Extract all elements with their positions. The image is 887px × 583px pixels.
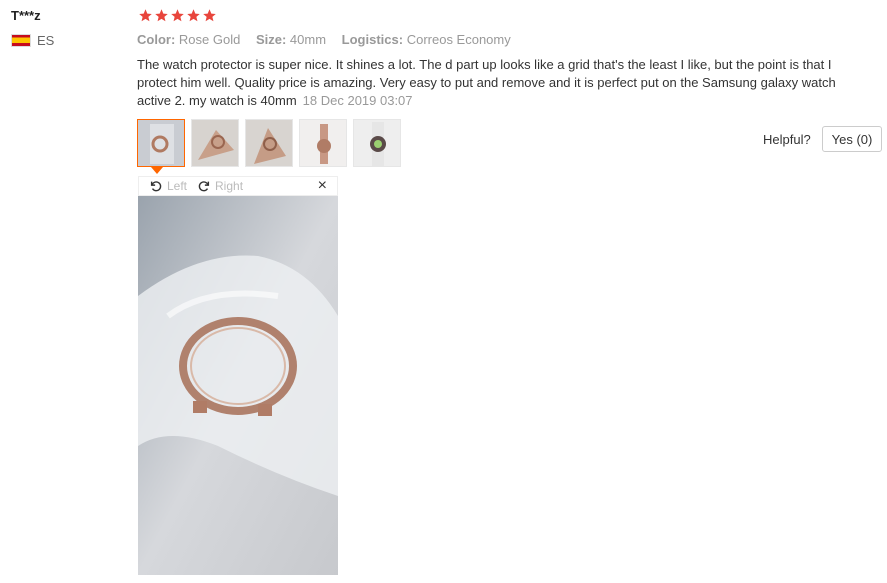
star-icon <box>171 9 184 22</box>
rotate-left-button[interactable]: Left <box>149 179 187 193</box>
thumbnail-2[interactable] <box>191 119 239 167</box>
rating-stars <box>138 8 217 23</box>
country-code: ES <box>37 33 55 48</box>
selected-thumbnail-caret <box>151 167 163 174</box>
attr-key: Size: <box>255 32 287 47</box>
thumbnail-1[interactable] <box>137 119 185 167</box>
rotate-left-label: Left <box>167 179 188 193</box>
image-viewer-toolbar: Left Right × <box>138 176 338 196</box>
star-icon <box>203 9 216 22</box>
attr-value: 40mm <box>289 32 327 47</box>
rotate-left-icon <box>150 181 162 192</box>
thumbnail-5[interactable] <box>353 119 401 167</box>
helpful-yes-button[interactable]: Yes (0) <box>822 126 882 152</box>
attr-key: Color: <box>137 32 176 47</box>
attr-key: Logistics: <box>341 32 404 47</box>
star-icon <box>187 9 200 22</box>
thumbnail-3[interactable] <box>245 119 293 167</box>
rotate-right-button[interactable]: Right <box>197 179 243 193</box>
review-text: The watch protector is super nice. It sh… <box>137 56 837 110</box>
rotate-right-label: Right <box>215 179 244 193</box>
reviewer-country: ES <box>11 33 54 48</box>
close-icon[interactable]: × <box>318 178 327 194</box>
review-photo-large <box>138 196 338 575</box>
star-icon <box>155 9 168 22</box>
review-thumbnails <box>137 119 401 167</box>
thumbnail-4[interactable] <box>299 119 347 167</box>
rotate-right-icon <box>198 181 210 192</box>
attr-value: Correos Economy <box>406 32 511 47</box>
order-attributes: Color: Rose Gold Size: 40mm Logistics: C… <box>137 32 523 47</box>
spain-flag-icon <box>11 34 31 47</box>
star-icon <box>139 9 152 22</box>
helpful-label: Helpful? <box>763 132 811 147</box>
attr-value: Rose Gold <box>178 32 241 47</box>
review-body: The watch protector is super nice. It sh… <box>137 57 836 108</box>
reviewer-name: T***z <box>11 8 41 23</box>
review-date: 18 Dec 2019 03:07 <box>302 93 413 108</box>
